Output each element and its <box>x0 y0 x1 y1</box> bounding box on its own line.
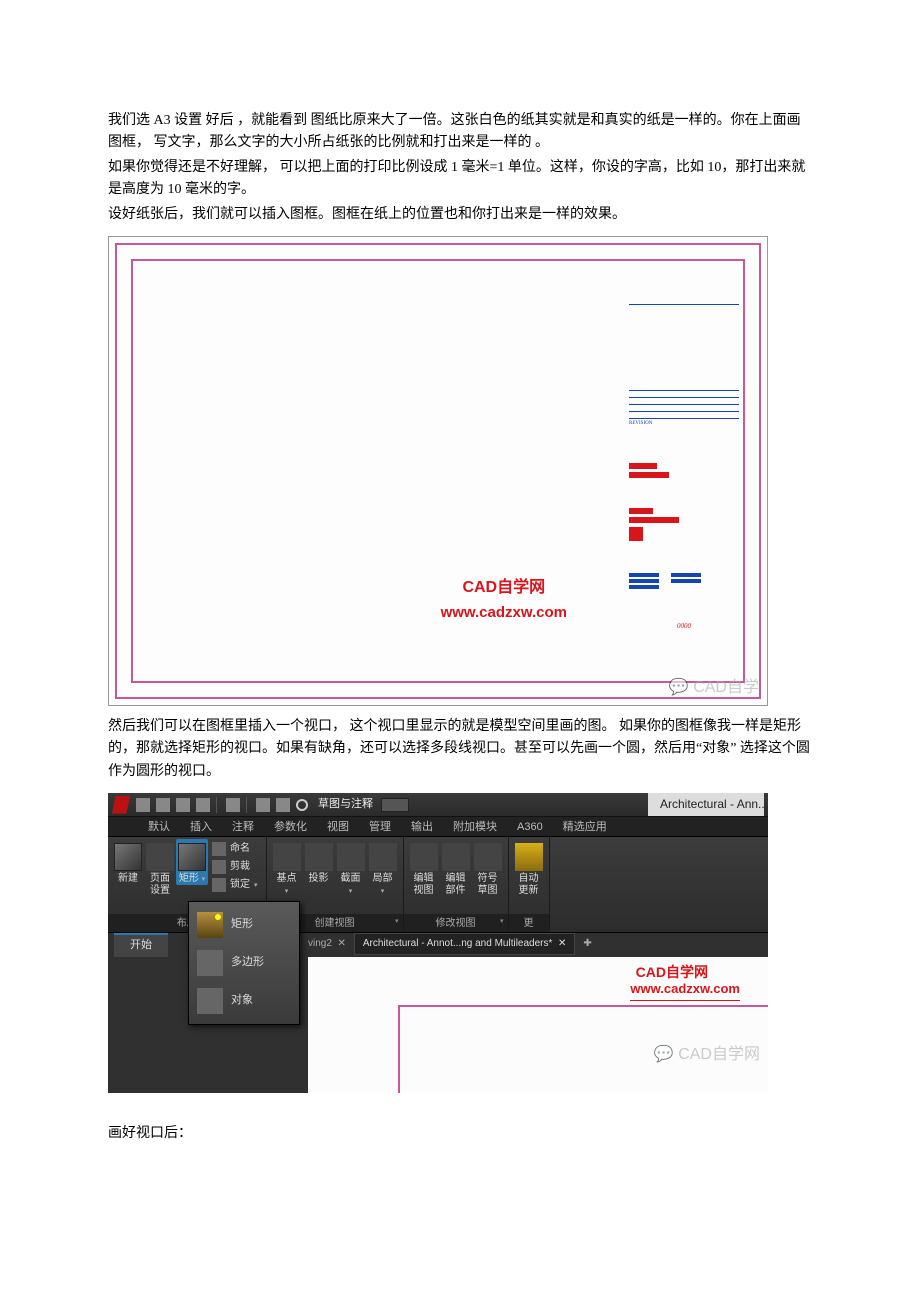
print-icon[interactable] <box>226 798 240 812</box>
viewport-rect-button[interactable]: 矩形 ▾ <box>176 839 208 885</box>
paragraph-5: 画好视口后： <box>108 1123 812 1145</box>
tab-apps[interactable]: 精选应用 <box>553 817 617 836</box>
projection-icon <box>305 843 333 871</box>
group-title-modify: 修改视图 <box>404 914 508 932</box>
workspace-label: 草图与注释 <box>318 796 373 814</box>
saveas-icon[interactable] <box>196 798 210 812</box>
autocad-logo-icon[interactable] <box>112 796 130 814</box>
stamp-block-2 <box>629 508 739 541</box>
base-button[interactable]: 基点▾ <box>271 839 303 897</box>
screenshot-layout-frame: REVISION 0000 CAD自学网 www.cadzxw.com 💬 CA… <box>108 236 768 706</box>
clip-button[interactable]: 剪裁 <box>212 859 258 875</box>
home-tab[interactable]: 开始 <box>114 933 168 957</box>
section-button[interactable]: 截面▾ <box>335 839 367 897</box>
local-icon <box>369 843 397 871</box>
quick-access-toolbar: 草图与注释 Architectural - Ann... <box>108 793 768 817</box>
stamp-block-1 <box>629 463 739 478</box>
new-layout-button[interactable]: 新建 <box>112 839 144 885</box>
paragraph-3: 设好纸张后，我们就可以插入图框。图框在纸上的位置也和你打出来是一样的效果。 <box>108 204 812 226</box>
title-text: Architectural - Ann... <box>648 793 764 816</box>
projection-button[interactable]: 投影 <box>303 839 335 885</box>
gear-icon[interactable] <box>296 799 308 811</box>
file-tab-2[interactable]: Architectural - Annot...ng and Multilead… <box>354 933 575 955</box>
file-tabs: ving2 ✕ Architectural - Annot...ng and M… <box>308 933 768 955</box>
viewport-dropdown-menu: 矩形 多边形 对象 <box>188 901 300 1025</box>
paragraph-1: 我们选 A3 设置 好后 ，就能看到 图纸比原来大了一倍。这张白色的纸其实就是和… <box>108 110 812 155</box>
tab-addon[interactable]: 附加模块 <box>443 817 507 836</box>
title-block-panel: REVISION 0000 <box>629 265 739 677</box>
group-title-update: 更 <box>509 914 549 932</box>
viewport-rect-icon <box>178 843 206 871</box>
polygon-icon <box>197 950 223 976</box>
edit-view-button[interactable]: 编辑 视图 <box>408 839 440 897</box>
rect-icon <box>197 912 223 938</box>
lock-icon <box>212 878 226 892</box>
cad-logo-text: CAD自学网 <box>441 575 567 601</box>
page-setup-icon <box>146 843 174 871</box>
corner-watermark: 💬 CAD自学 <box>669 675 759 701</box>
workspace-dropdown[interactable] <box>381 798 409 812</box>
tab-insert[interactable]: 插入 <box>180 817 222 836</box>
symbol-icon <box>474 843 502 871</box>
ribbon-group-modify: 编辑 视图 编辑 部件 符号 草图 修改视图 <box>404 837 509 932</box>
corner-watermark-2: 💬 CAD自学网 <box>654 1042 760 1068</box>
named-button[interactable]: 命名 <box>212 841 258 857</box>
paragraph-4: 然后我们可以在图框里插入一个视口， 这个视口里显示的就是模型空间里画的图。 如果… <box>108 716 812 783</box>
ribbon-group-update: 自动 更新 更 <box>509 837 550 932</box>
clip-icon <box>212 860 226 874</box>
tab-param[interactable]: 参数化 <box>264 817 317 836</box>
menu-polygon[interactable]: 多边形 <box>193 944 295 982</box>
file-tab-1[interactable]: ving2 ✕ <box>308 936 346 952</box>
open-icon[interactable] <box>156 798 170 812</box>
tab-default[interactable]: 默认 <box>138 817 180 836</box>
page-setup-button[interactable]: 页面 设置 <box>144 839 176 897</box>
edit-view-icon <box>410 843 438 871</box>
ribbon-tabs: 默认 插入 注释 参数化 视图 管理 输出 附加模块 A360 精选应用 <box>108 817 768 837</box>
menu-object[interactable]: 对象 <box>193 982 295 1020</box>
layout-canvas: CAD自学网 www.cadzxw.com <box>308 957 768 1093</box>
tab-annotate[interactable]: 注释 <box>222 817 264 836</box>
edit-part-icon <box>442 843 470 871</box>
tab-output[interactable]: 输出 <box>401 817 443 836</box>
lock-button[interactable]: 锁定 ▾ <box>212 877 258 893</box>
tab-a360[interactable]: A360 <box>507 817 553 836</box>
object-icon <box>197 988 223 1014</box>
auto-update-icon <box>515 843 543 871</box>
info-block <box>629 571 739 591</box>
local-button[interactable]: 局部▾ <box>367 839 399 897</box>
layout-small-column: 命名 剪裁 锁定 ▾ <box>208 839 262 893</box>
new-layout-icon <box>114 843 142 871</box>
base-icon <box>273 843 301 871</box>
cad-url-text-2: www.cadzxw.com <box>630 979 740 1001</box>
cad-url-text: www.cadzxw.com <box>441 601 567 625</box>
revision-table: REVISION <box>629 385 739 433</box>
paragraph-2: 如果你觉得还是不好理解， 可以把上面的打印比例设成 1 毫米=1 单位。这样，你… <box>108 157 812 202</box>
new-icon[interactable] <box>136 798 150 812</box>
edit-part-button[interactable]: 编辑 部件 <box>440 839 472 897</box>
company-block <box>629 265 739 305</box>
section-icon <box>337 843 365 871</box>
undo-icon[interactable] <box>256 798 270 812</box>
auto-update-button[interactable]: 自动 更新 <box>513 839 545 897</box>
tab-manage[interactable]: 管理 <box>359 817 401 836</box>
sheet-number: 0000 <box>629 621 739 632</box>
save-icon[interactable] <box>176 798 190 812</box>
redo-icon[interactable] <box>276 798 290 812</box>
tab-view[interactable]: 视图 <box>317 817 359 836</box>
watermark-center: CAD自学网 www.cadzxw.com <box>441 575 567 625</box>
screenshot-autocad-ribbon: 草图与注释 Architectural - Ann... 默认 插入 注释 参数… <box>108 793 768 1093</box>
symbol-button[interactable]: 符号 草图 <box>472 839 504 897</box>
named-icon <box>212 842 226 856</box>
menu-rect[interactable]: 矩形 <box>193 906 295 944</box>
add-tab-button[interactable]: ✚ <box>583 936 591 952</box>
